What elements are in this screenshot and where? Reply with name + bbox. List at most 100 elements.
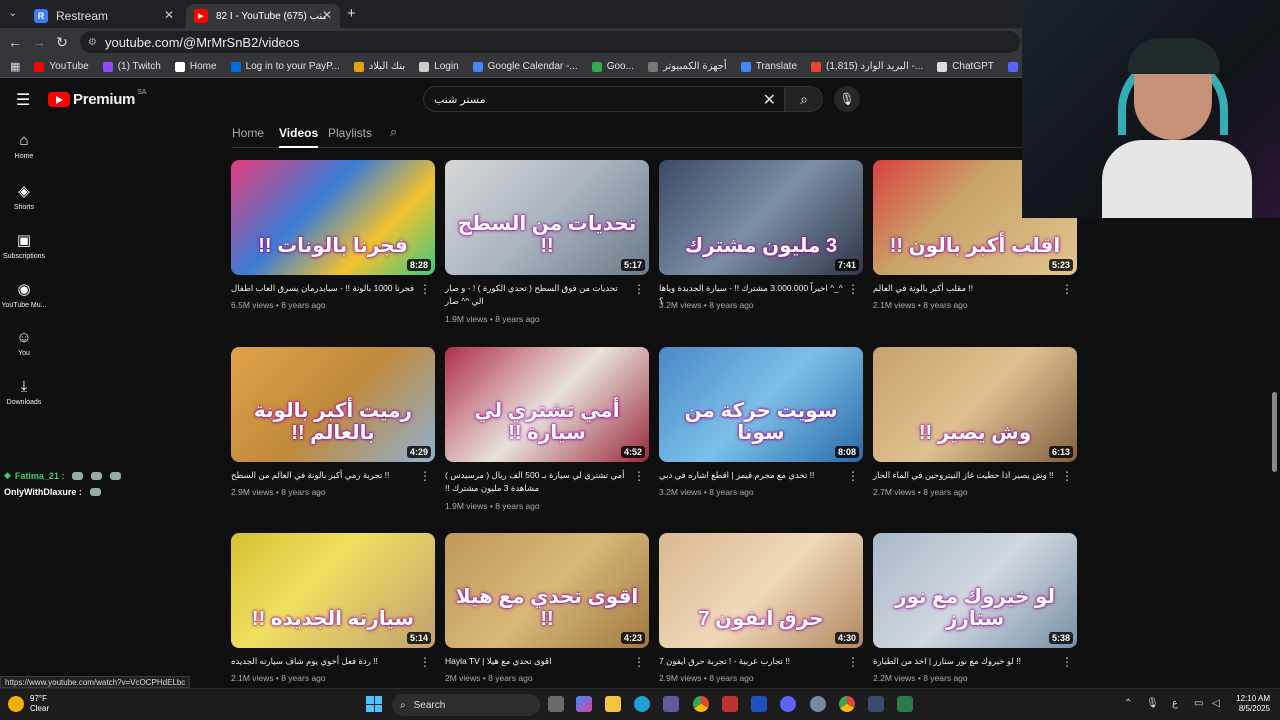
- video-title[interactable]: أمي تشتري لي سيارة بـ 500 الف ريال ( مرس…: [445, 469, 631, 495]
- sidebar-item-shorts[interactable]: ◈ Shorts: [0, 182, 48, 211]
- more-actions-icon[interactable]: ⋮: [1061, 469, 1073, 483]
- more-actions-icon[interactable]: ⋮: [633, 282, 645, 296]
- channel-search-icon[interactable]: ⌕: [390, 124, 397, 146]
- tab-youtube[interactable]: ▶ 82 I - YouTube (675) مستر شنب ✕: [186, 4, 340, 28]
- start-button[interactable]: [366, 696, 382, 712]
- app-icon[interactable]: [897, 696, 913, 712]
- video-title[interactable]: فجرنا 1000 بالونة !! - سبايدرمان يسرق ال…: [231, 282, 417, 295]
- more-actions-icon[interactable]: ⋮: [419, 655, 431, 669]
- search-button[interactable]: ⌕: [785, 86, 823, 112]
- close-tab-icon[interactable]: ✕: [322, 8, 332, 22]
- video-card[interactable]: رميت أكبر بالونة بالعالم !! 4:29 !! تجربة …: [231, 347, 435, 497]
- youtube-logo[interactable]: Premium SA: [48, 89, 146, 108]
- menu-icon[interactable]: ☰: [16, 90, 30, 110]
- more-actions-icon[interactable]: ⋮: [1061, 282, 1073, 296]
- video-card[interactable]: وش يصير !! 6:13 !! وش يصير اذا حطيت غاز ال…: [873, 347, 1077, 497]
- tab-restream[interactable]: R Restream ✕: [26, 4, 182, 28]
- bookmark-item[interactable]: YouTube: [34, 61, 89, 72]
- site-info-icon[interactable]: ⚙: [88, 37, 97, 48]
- store-icon[interactable]: [663, 696, 679, 712]
- forward-icon[interactable]: →: [30, 34, 48, 50]
- bookmark-item[interactable]: (1) Twitch: [102, 61, 161, 72]
- bookmark-item[interactable]: Home: [174, 61, 217, 72]
- bookmark-item[interactable]: بنك البلاد: [353, 61, 405, 72]
- video-thumbnail[interactable]: اقوى تحدي مع هيلا !! 4:23: [445, 533, 649, 648]
- chrome-icon[interactable]: [693, 696, 709, 712]
- video-thumbnail[interactable]: رميت أكبر بالونة بالعالم !! 4:29: [231, 347, 435, 462]
- search-input[interactable]: مستر شنب ✕: [423, 86, 785, 112]
- bookmark-item[interactable]: ChatGPT: [937, 61, 994, 72]
- bookmark-item[interactable]: Login: [419, 61, 459, 72]
- app-icon[interactable]: [868, 696, 884, 712]
- video-card[interactable]: اقوى تحدي مع هيلا !! 4:23 اقوى تحدي مع هيل…: [445, 533, 649, 683]
- weather-widget[interactable]: 97°F Clear: [8, 694, 49, 714]
- more-actions-icon[interactable]: ⋮: [633, 469, 645, 483]
- bookmark-item[interactable]: أجهزة الكمبيوتر: [647, 61, 727, 72]
- settings-icon[interactable]: [810, 696, 826, 712]
- video-thumbnail[interactable]: وش يصير !! 6:13: [873, 347, 1077, 462]
- video-card[interactable]: أمي تشتري لي سيارة !! 4:52 أمي تشتري لي سي…: [445, 347, 649, 511]
- video-card[interactable]: سيارته الجديده !! 5:14 !! ردة فعل أخوي يوم…: [231, 533, 435, 683]
- chrome-icon[interactable]: [839, 696, 855, 712]
- sidebar-item-youtube-mu[interactable]: ◉ YouTube Mu...: [0, 280, 48, 309]
- video-thumbnail[interactable]: فجرنا بالونات !! 8:28: [231, 160, 435, 275]
- sidebar-item-you[interactable]: ☺ You: [0, 329, 48, 357]
- tab-list-chevron-icon[interactable]: ⌄: [4, 6, 22, 22]
- url-field[interactable]: ⚙ youtube.com/@MrMrSnB2/videos: [80, 31, 1020, 53]
- clear-search-icon[interactable]: ✕: [763, 90, 776, 110]
- bookmark-item[interactable]: Google Calendar -...: [472, 61, 578, 72]
- video-thumbnail[interactable]: حرق ايفون 7 4:30: [659, 533, 863, 648]
- discord-icon[interactable]: [780, 696, 796, 712]
- more-actions-icon[interactable]: ⋮: [633, 655, 645, 669]
- mic-tray-icon[interactable]: 🎙: [1146, 698, 1159, 709]
- sidebar-item-downloads[interactable]: ⤓ Downloads: [0, 378, 48, 406]
- video-title[interactable]: !! تجارب عربية - ! تجربة حرق ايفون 7: [659, 655, 845, 668]
- task-view-icon[interactable]: [548, 696, 564, 712]
- bookmark-item[interactable]: Log in to your PayP...: [230, 61, 340, 72]
- more-actions-icon[interactable]: ⋮: [419, 469, 431, 483]
- video-thumbnail[interactable]: سيارته الجديده !! 5:14: [231, 533, 435, 648]
- more-actions-icon[interactable]: ⋮: [847, 282, 859, 296]
- more-actions-icon[interactable]: ⋮: [1061, 655, 1073, 669]
- close-tab-icon[interactable]: ✕: [164, 8, 174, 22]
- apps-icon[interactable]: ▦: [10, 60, 20, 73]
- reload-icon[interactable]: ↻: [53, 34, 71, 50]
- sidebar-item-home[interactable]: ⌂ Home: [0, 132, 48, 160]
- video-card[interactable]: فجرنا بالونات !! 8:28 فجرنا 1000 بالونة !!…: [231, 160, 435, 310]
- bookmark-item[interactable]: البريد الوارد (1,815) -...: [811, 61, 923, 72]
- new-tab-button[interactable]: +: [347, 5, 356, 22]
- video-thumbnail[interactable]: 3 مليون مشترك 7:41: [659, 160, 863, 275]
- video-card[interactable]: حرق ايفون 7 4:30 !! تجارب عربية - ! تجربة …: [659, 533, 863, 683]
- edge-icon[interactable]: [634, 696, 650, 712]
- video-thumbnail[interactable]: تحديات من السطح !! 5:17: [445, 160, 649, 275]
- tab-home[interactable]: Home: [232, 126, 264, 148]
- bookmark-item[interactable]: Translate: [740, 61, 797, 72]
- video-thumbnail[interactable]: لو خيروك مع نور ستارز 5:38: [873, 533, 1077, 648]
- input-language[interactable]: ع: [1172, 698, 1178, 709]
- video-card[interactable]: لو خيروك مع نور ستارز 5:38 !! لو خيروك مع …: [873, 533, 1077, 683]
- video-title[interactable]: !! ردة فعل أخوي يوم شاف سيارته الجديده: [231, 655, 417, 668]
- video-title[interactable]: !! تجربة رمي أكبر بالونة في العالم من ال…: [231, 469, 417, 482]
- video-thumbnail[interactable]: أمي تشتري لي سيارة !! 4:52: [445, 347, 649, 462]
- network-icon[interactable]: ▭: [1194, 698, 1203, 709]
- taskbar-search[interactable]: ⌕ Search: [392, 694, 540, 716]
- sidebar-item-subscriptions[interactable]: ▣ Subscriptions: [0, 231, 48, 260]
- copilot-icon[interactable]: [576, 696, 592, 712]
- video-title[interactable]: !! وش يصير اذا حطيت غاز النيتروجين في ال…: [873, 469, 1059, 482]
- video-thumbnail[interactable]: سويت حركة من سونا 8:08: [659, 347, 863, 462]
- video-title[interactable]: !! تحدي مع مجرم قيمز | اقطع اشاره في دبي: [659, 469, 845, 482]
- more-actions-icon[interactable]: ⋮: [847, 469, 859, 483]
- video-card[interactable]: 3 مليون مشترك 7:41 ^_^ اخيراً 3.000.000 مش…: [659, 160, 863, 310]
- back-icon[interactable]: ←: [6, 34, 24, 50]
- video-card[interactable]: سويت حركة من سونا 8:08 !! تحدي مع مجرم قيم…: [659, 347, 863, 497]
- video-title[interactable]: تحديات من فوق السطح ( تحدي الكورة ) ! - …: [445, 282, 631, 308]
- video-title[interactable]: اقوى تحدي مع هيلا | Hayla TV: [445, 655, 631, 668]
- video-title[interactable]: !! لو خيروك مع نور ستارز | اخذ من الطيار…: [873, 655, 1059, 668]
- tab-videos[interactable]: Videos: [279, 126, 319, 148]
- app-icon[interactable]: [722, 696, 738, 712]
- tray-chevron-icon[interactable]: ⌃: [1124, 698, 1132, 709]
- tab-playlists[interactable]: Playlists: [328, 126, 372, 148]
- more-actions-icon[interactable]: ⋮: [847, 655, 859, 669]
- video-title[interactable]: !! مقلب أكبر بالونة في العالم: [873, 282, 1059, 295]
- scrollbar-thumb[interactable]: [1272, 392, 1277, 472]
